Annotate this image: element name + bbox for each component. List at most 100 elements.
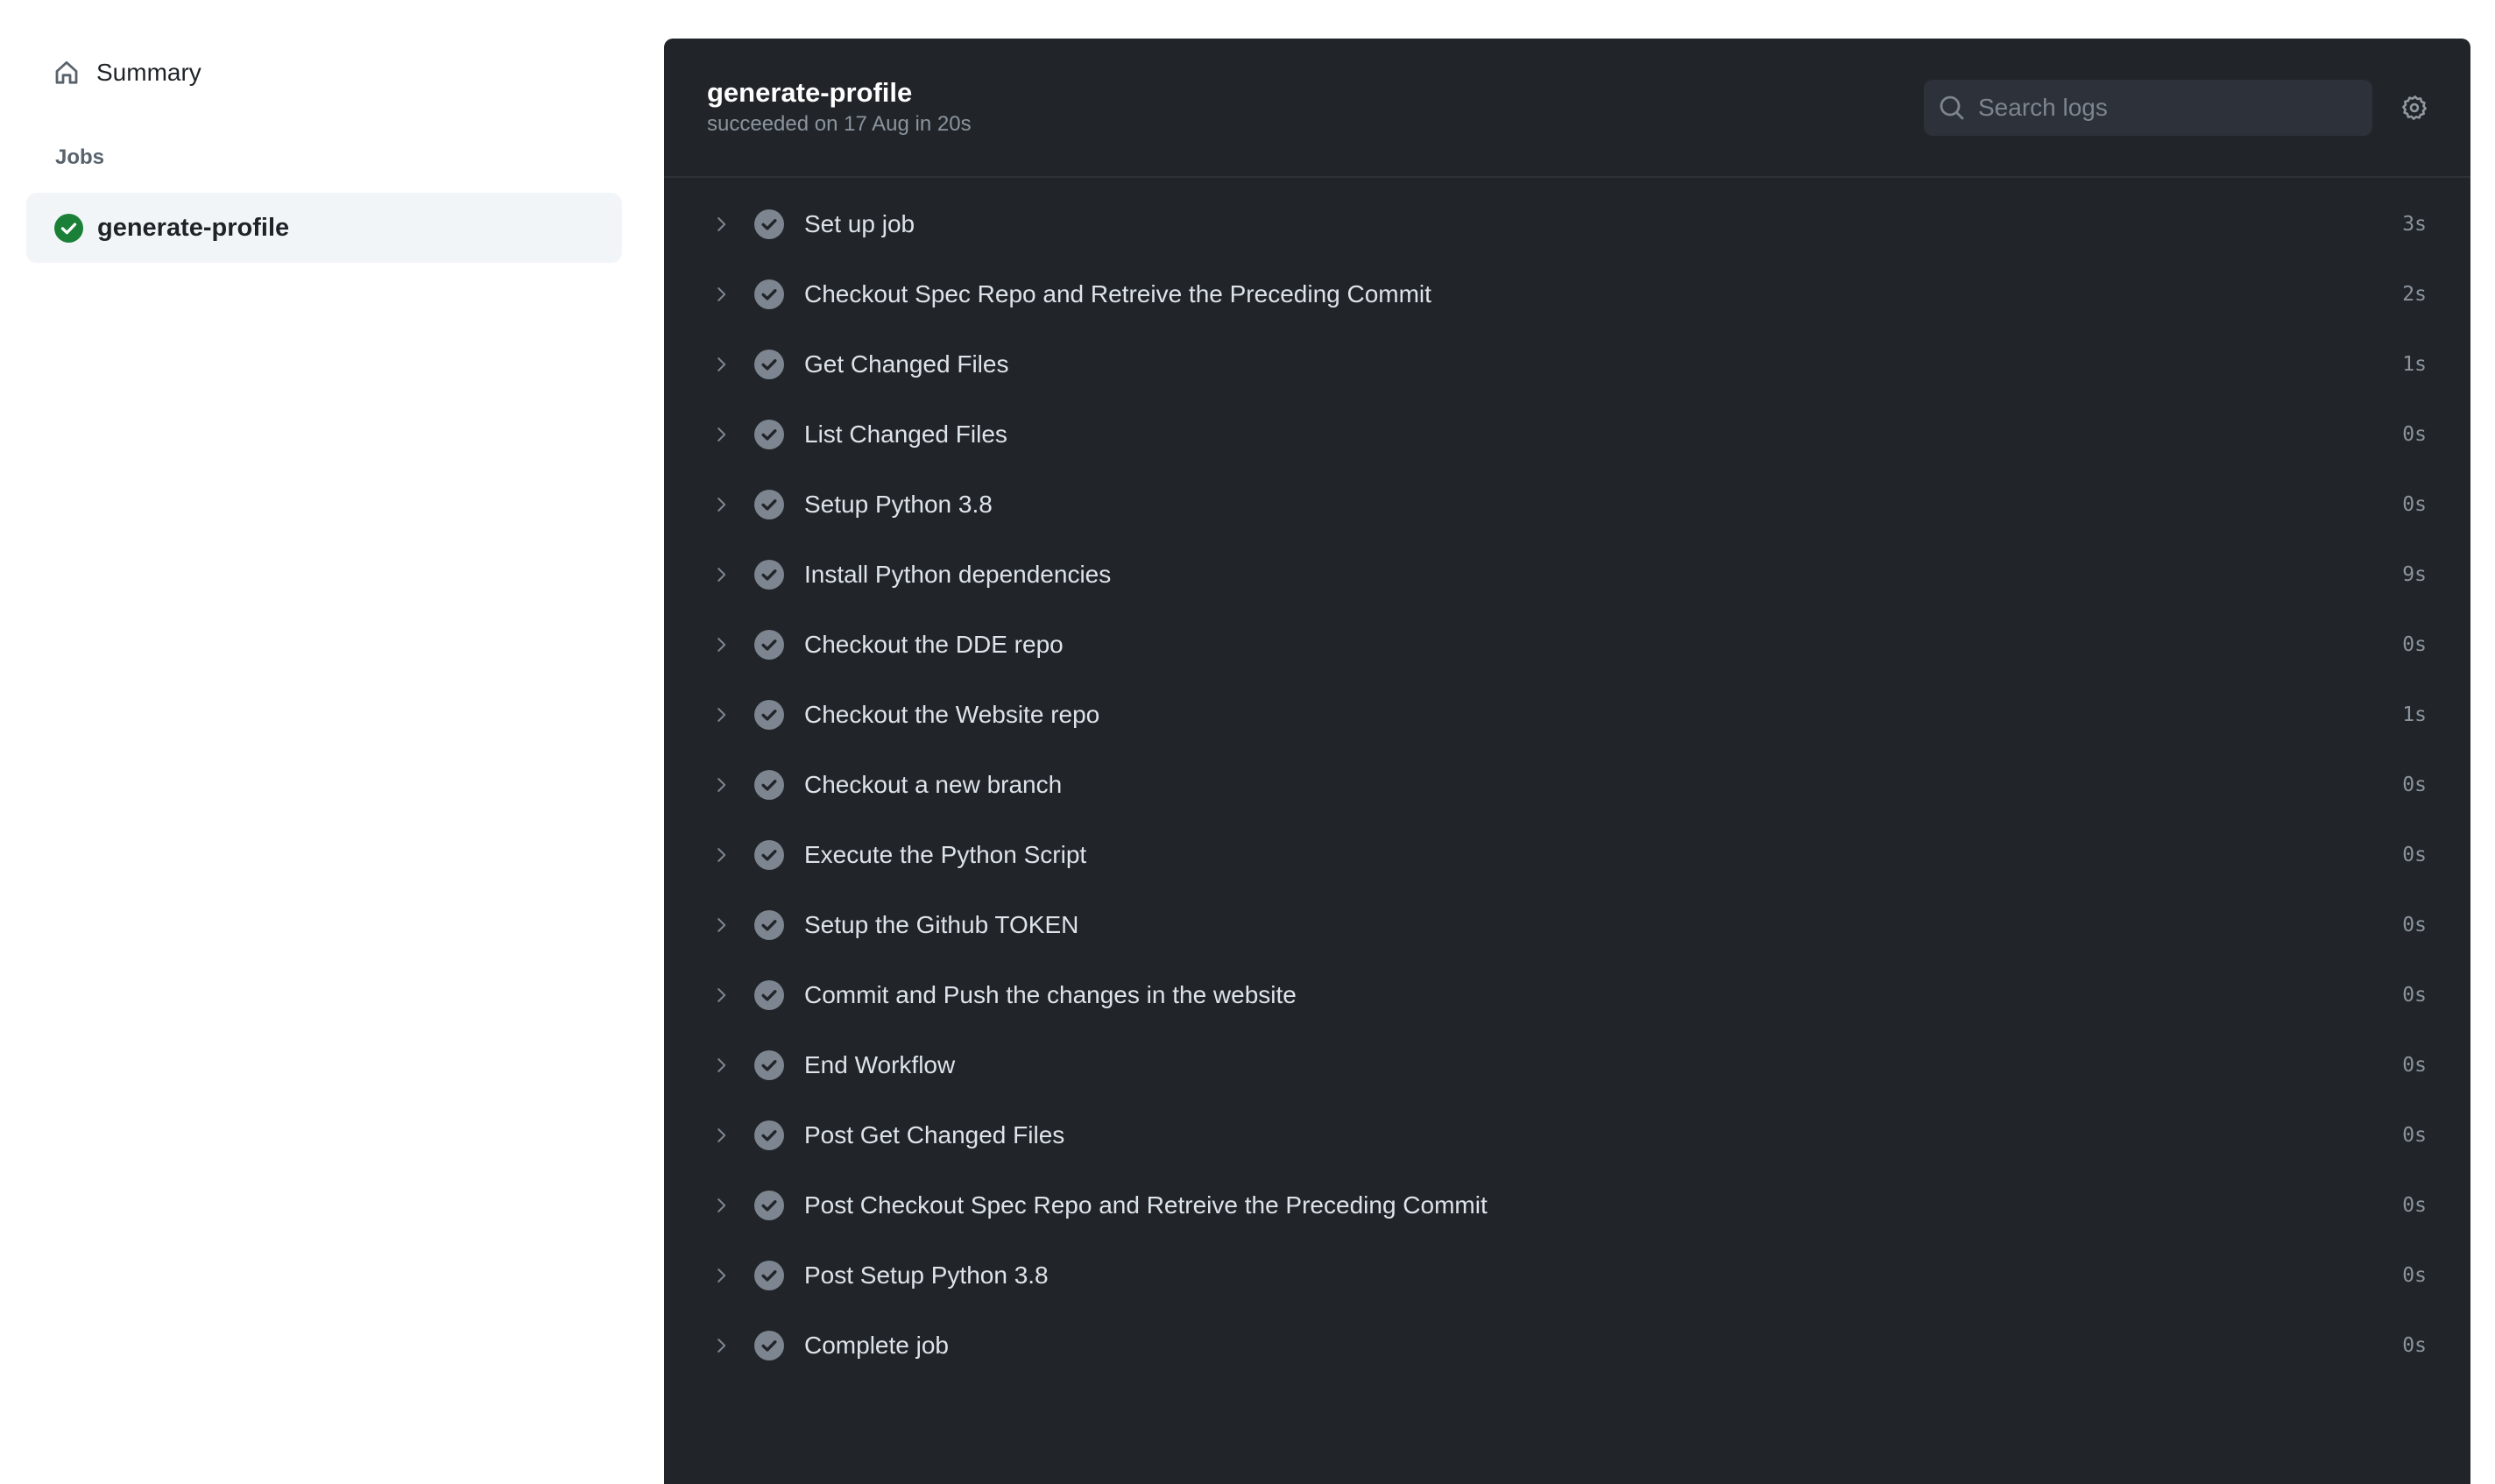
step-row[interactable]: Post Setup Python 3.8 0s [664,1240,2470,1311]
step-row[interactable]: Install Python dependencies 9s [664,540,2470,610]
chevron-right-icon[interactable] [711,1196,731,1215]
step-success-icon [754,209,784,239]
step-row[interactable]: Setup the Github TOKEN 0s [664,890,2470,960]
step-duration: 0s [2402,844,2427,866]
step-row[interactable]: End Workflow 0s [664,1030,2470,1100]
step-duration: 0s [2402,633,2427,656]
chevron-right-icon[interactable] [711,495,731,514]
summary-label: Summary [96,59,201,86]
step-duration: 0s [2402,1194,2427,1217]
step-row[interactable]: Checkout the DDE repo 0s [664,610,2470,680]
step-name: Checkout Spec Repo and Retreive the Prec… [804,280,1431,307]
step-success-icon [754,1331,784,1360]
chevron-right-icon[interactable] [711,915,731,935]
step-duration: 0s [2402,1264,2427,1287]
step-success-icon [754,1050,784,1080]
step-name: Post Get Changed Files [804,1121,1065,1148]
step-duration: 0s [2402,423,2427,446]
step-duration: 0s [2402,493,2427,516]
step-row[interactable]: Commit and Push the changes in the websi… [664,960,2470,1030]
step-duration: 0s [2402,1334,2427,1357]
success-check-icon [54,213,83,243]
step-success-icon [754,980,784,1010]
chevron-right-icon[interactable] [711,1336,731,1355]
step-duration: 0s [2402,1124,2427,1147]
step-row[interactable]: Execute the Python Script 0s [664,820,2470,890]
step-row[interactable]: List Changed Files 0s [664,399,2470,470]
sidebar-job-generate-profile[interactable]: generate-profile [26,193,622,263]
step-success-icon [754,350,784,379]
chevron-right-icon[interactable] [711,705,731,724]
step-name: Complete job [804,1332,949,1359]
steps-list: Set up job 3s Checkout Spec Repo and Ret… [664,189,2470,1381]
step-row[interactable]: Post Checkout Spec Repo and Retreive the… [664,1170,2470,1240]
chevron-right-icon[interactable] [711,775,731,795]
step-row[interactable]: Get Changed Files 1s [664,329,2470,399]
step-duration: 0s [2402,1054,2427,1077]
jobs-heading: Jobs [55,145,105,169]
chevron-right-icon[interactable] [711,425,731,444]
home-icon [55,61,78,84]
chevron-right-icon[interactable] [711,565,731,584]
chevron-right-icon[interactable] [711,986,731,1005]
job-log-panel: generate-profile succeeded on 17 Aug in … [664,39,2470,1484]
step-success-icon [754,560,784,590]
chevron-right-icon[interactable] [711,1056,731,1075]
step-duration: 0s [2402,984,2427,1007]
step-success-icon [754,1261,784,1290]
sidebar: Summary Jobs generate-profile [0,0,664,1472]
job-status-summary: succeeded on 17 Aug in 20s [707,112,972,136]
step-name: Post Checkout Spec Repo and Retreive the… [804,1191,1488,1219]
step-name: Install Python dependencies [804,561,1112,588]
step-name: Checkout the Website repo [804,701,1100,728]
step-row[interactable]: Set up job 3s [664,189,2470,259]
step-success-icon [754,279,784,309]
step-success-icon [754,490,784,519]
step-name: Execute the Python Script [804,841,1087,868]
job-title: generate-profile [707,77,913,108]
step-duration: 2s [2402,283,2427,306]
summary-link[interactable]: Summary [53,54,201,91]
chevron-right-icon[interactable] [711,215,731,234]
search-logs-box[interactable] [1924,80,2372,136]
step-row[interactable]: Post Get Changed Files 0s [664,1100,2470,1170]
step-row[interactable]: Checkout Spec Repo and Retreive the Prec… [664,259,2470,329]
step-name: End Workflow [804,1051,956,1078]
step-row[interactable]: Checkout a new branch 0s [664,750,2470,820]
step-name: Commit and Push the changes in the websi… [804,981,1297,1008]
chevron-right-icon[interactable] [711,1266,731,1285]
step-duration: 1s [2402,353,2427,376]
step-duration: 1s [2402,703,2427,726]
step-duration: 3s [2402,213,2427,236]
step-name: Setup the Github TOKEN [804,911,1079,938]
step-duration: 0s [2402,914,2427,936]
step-success-icon [754,1120,784,1150]
step-name: Checkout the DDE repo [804,631,1064,658]
step-duration: 9s [2402,563,2427,586]
step-success-icon [754,840,784,870]
search-logs-input[interactable] [1978,94,2346,122]
step-name: Get Changed Files [804,350,1009,378]
step-success-icon [754,630,784,660]
step-success-icon [754,770,784,800]
settings-button[interactable] [2400,94,2428,122]
search-icon [1940,95,1964,120]
chevron-right-icon[interactable] [711,635,731,654]
chevron-right-icon[interactable] [711,285,731,304]
step-name: List Changed Files [804,420,1007,448]
step-name: Checkout a new branch [804,771,1063,798]
step-row[interactable]: Setup Python 3.8 0s [664,470,2470,540]
step-row[interactable]: Checkout the Website repo 1s [664,680,2470,750]
chevron-right-icon[interactable] [711,845,731,865]
step-success-icon [754,910,784,940]
chevron-right-icon[interactable] [711,355,731,374]
chevron-right-icon[interactable] [711,1126,731,1145]
step-name: Set up job [804,210,915,237]
step-success-icon [754,420,784,449]
step-name: Post Setup Python 3.8 [804,1261,1049,1289]
step-duration: 0s [2402,774,2427,796]
step-name: Setup Python 3.8 [804,491,993,518]
step-row[interactable]: Complete job 0s [664,1311,2470,1381]
panel-header: generate-profile succeeded on 17 Aug in … [664,39,2470,178]
step-success-icon [754,1191,784,1220]
